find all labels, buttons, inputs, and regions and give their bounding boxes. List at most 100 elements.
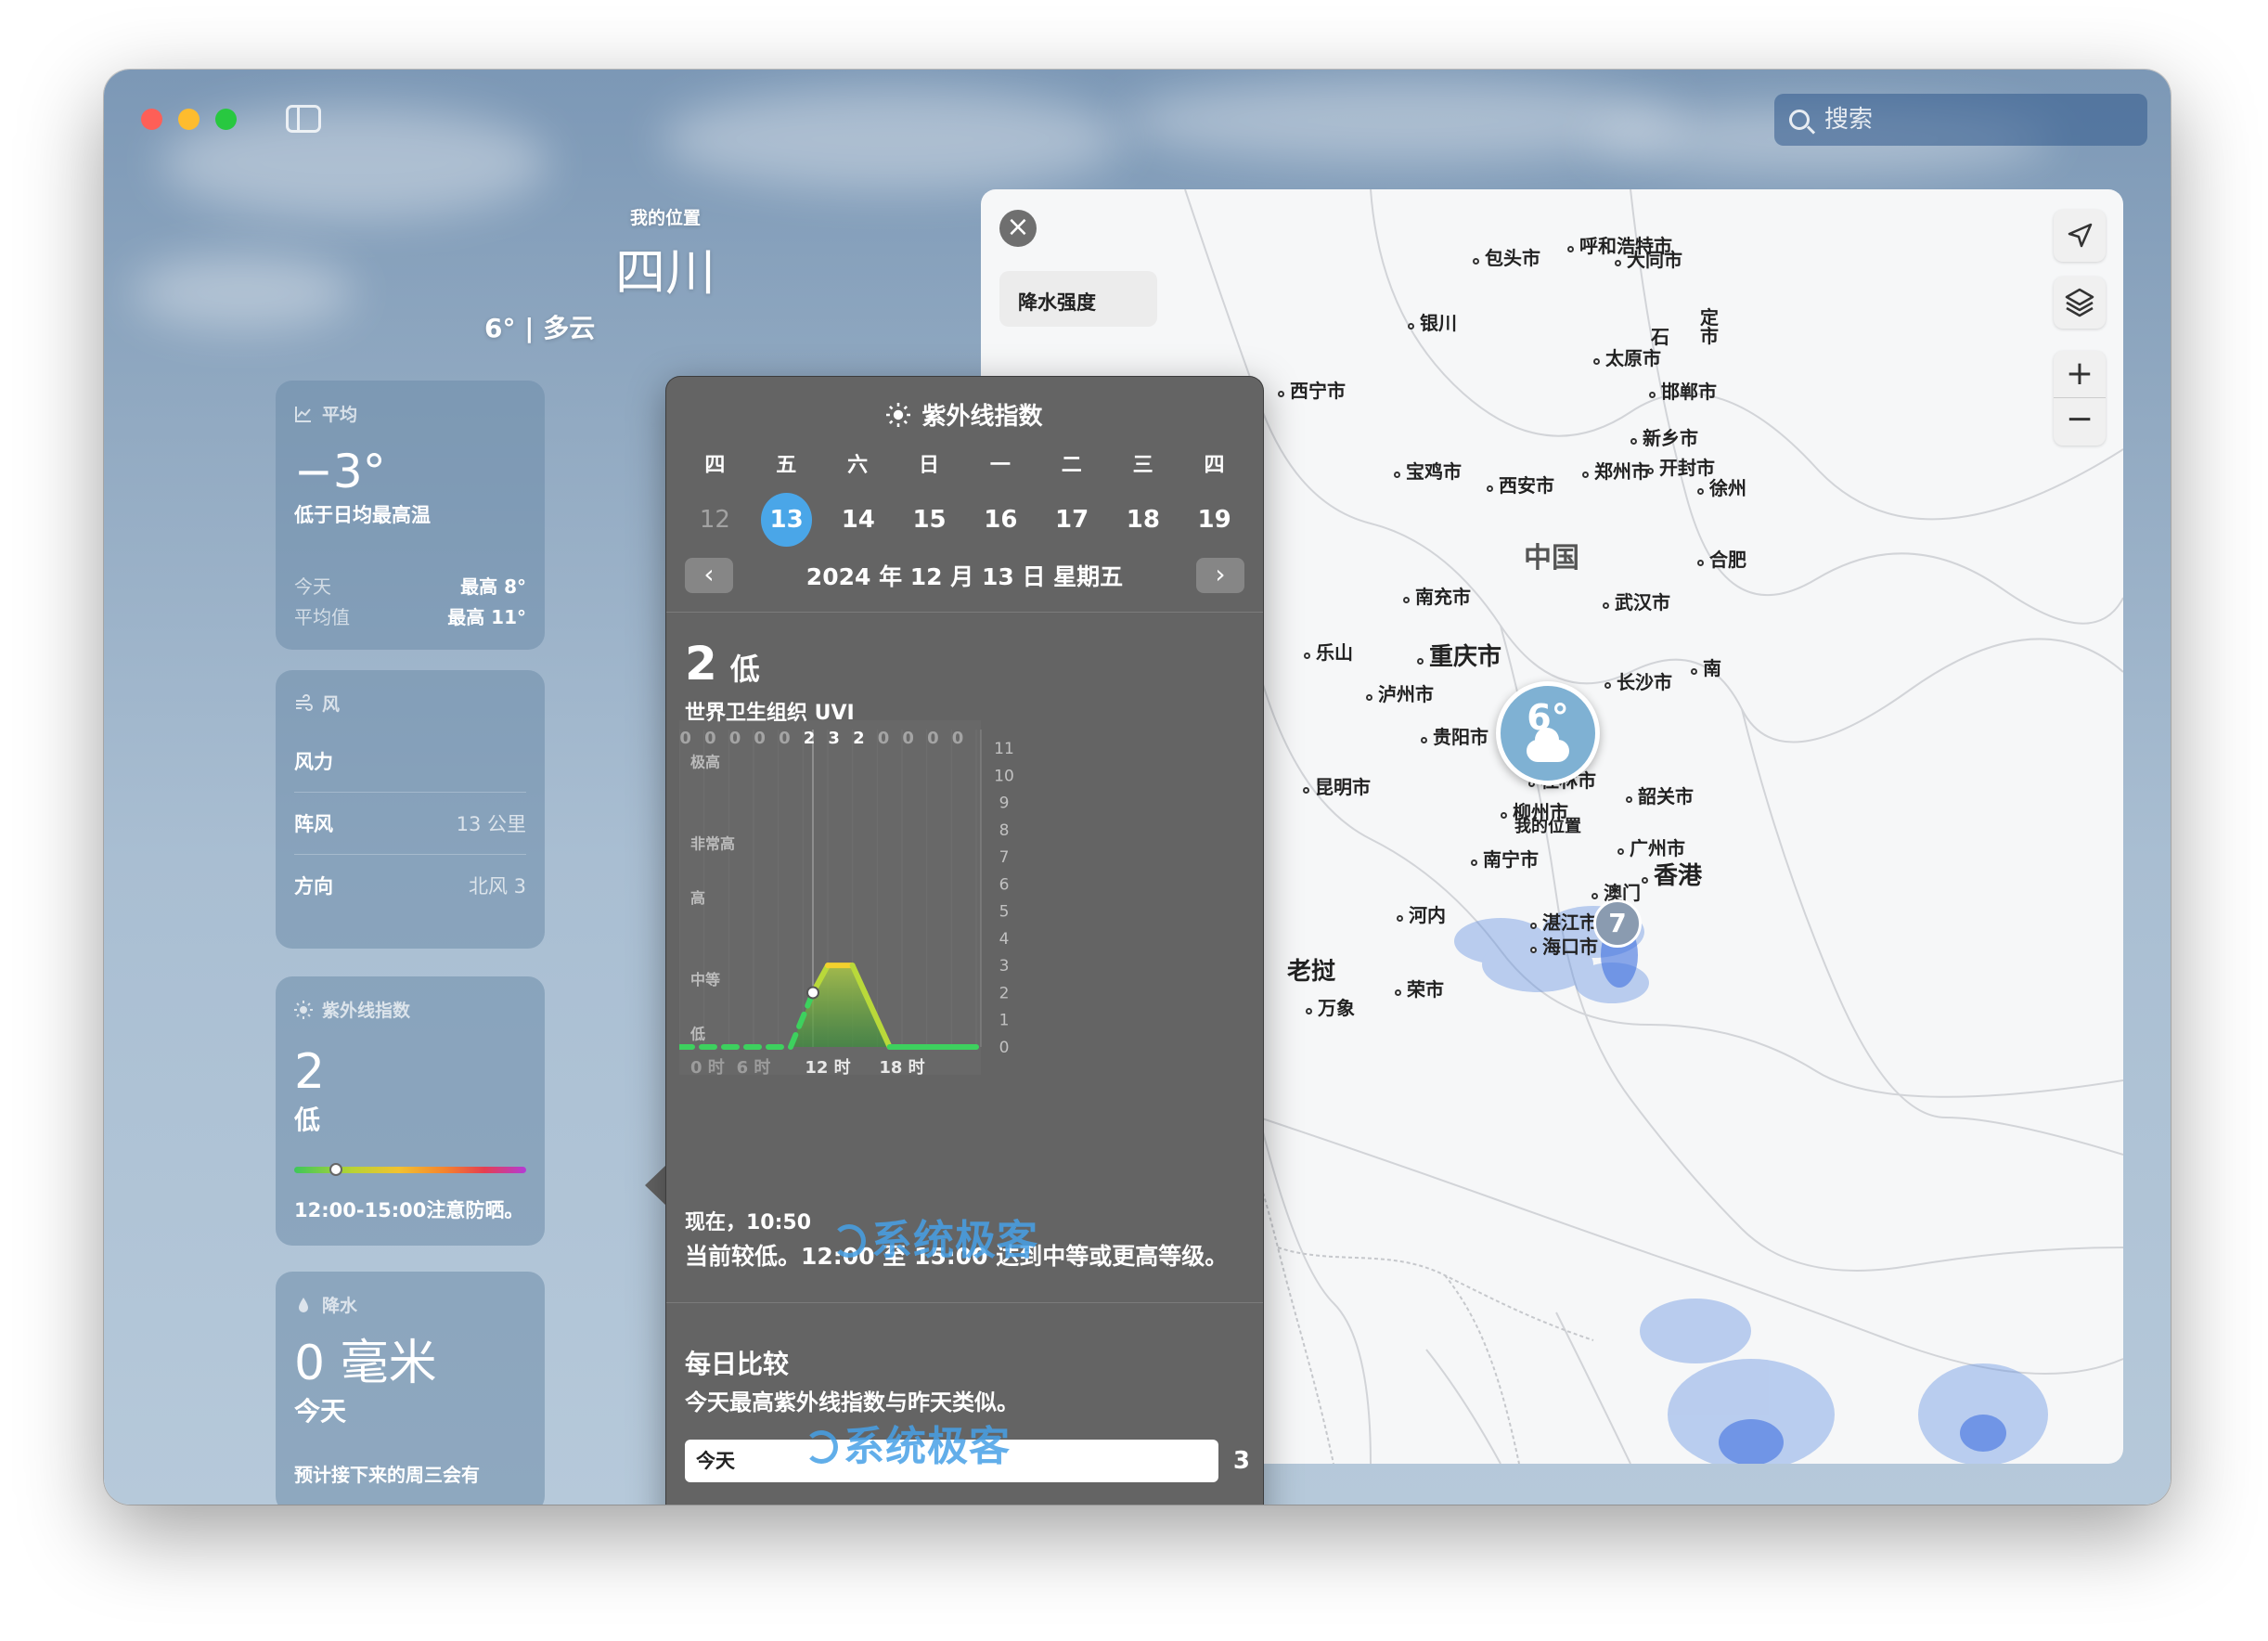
weekday-row: 四五六日一二三四 [666,448,1263,478]
map-city-label: 新乡市 [1630,423,1698,450]
map-city-label: 万象 [1306,993,1355,1020]
precip-cluster-marker[interactable]: 7 [1593,899,1642,948]
city-dot-icon [1394,472,1400,478]
chart-hour-value: 0 [779,729,791,748]
uv-card-note: 12:00-15:00注意防晒。 [294,1199,524,1221]
map-city-label: 贵阳市 [1421,722,1488,749]
city-dot-icon [1530,923,1537,929]
city-dot-icon [1366,694,1372,701]
city-dot-icon [1304,653,1310,659]
date-item[interactable]: 17 [1037,493,1108,547]
map-layers-button[interactable] [2054,277,2106,329]
zoom-out-button[interactable]: − [2054,398,2106,446]
raindrop-icon [299,1297,308,1312]
chart-y-tick: 9 [999,795,1010,813]
wind-row-force: 风力 [294,730,526,793]
close-window-button[interactable] [141,109,162,130]
selected-date: 2024 年 12 月 13 日 星期五 [805,563,1124,590]
my-location-marker[interactable]: 6° [1496,681,1600,785]
city-dot-icon [1642,877,1648,884]
chart-y-tick: 11 [994,740,1014,758]
uv-now-label: 现在，10:50 [685,1211,812,1234]
average-card-header: 平均 [276,381,545,426]
city-dot-icon [1617,848,1624,855]
wind-card-header: 风 [276,670,545,716]
wind-card[interactable]: 风 风力 阵风 13 公里 方向 北风 3 [276,670,545,949]
precipitation-card[interactable]: 降水 0 毫米 今天 预计接下来的周三会有 [276,1272,545,1505]
watermark: 系统极客 [805,1413,1011,1472]
city-dot-icon [1306,1008,1312,1014]
chart-y-tick: 6 [999,875,1010,894]
city-dot-icon [1403,597,1410,603]
date-item[interactable]: 14 [822,493,894,547]
precipitation-layer-tab[interactable]: 降水强度 [999,271,1157,327]
location-arrow-icon [2068,223,2093,248]
search-input[interactable] [1824,106,2103,134]
wind-card-title: 风 [322,694,341,715]
chart-now-point [806,986,819,1000]
chart-y-tick: 7 [999,848,1010,867]
next-day-button[interactable]: › [1195,558,1244,593]
wind-row-direction: 方向 北风 3 [294,875,526,898]
date-item[interactable]: 19 [1179,493,1250,547]
city-dot-icon [1530,947,1537,953]
chart-hour-value: 0 [878,729,890,748]
city-dot-icon [1487,485,1493,492]
uv-card-header: 紫外线指数 [276,976,545,1022]
chart-level-label: 高 [690,889,705,907]
city-dot-icon [1582,472,1589,478]
sidebar-toggle-icon[interactable] [286,105,321,133]
precipitation-card-header: 降水 [276,1272,545,1317]
search-icon [1789,110,1810,130]
map-city-label: 邯郸市 [1649,377,1717,404]
average-desc: 低于日均最高温 [294,504,431,526]
date-item[interactable]: 16 [965,493,1037,547]
city-dot-icon [1591,893,1598,899]
chart-level-label: 极高 [690,754,720,771]
city-dot-icon [1501,812,1507,819]
average-row-today: 今天 最高 8° [294,575,526,598]
date-item[interactable]: 13 [760,493,813,547]
map-city-label: 宝鸡市 [1394,457,1462,484]
precipitation-note: 预计接下来的周三会有 [294,1464,480,1486]
zoom-in-button[interactable]: + [2054,351,2106,398]
search-field[interactable] [1774,94,2147,146]
country-label: 中国 [1524,542,1579,575]
city-dot-icon [1471,859,1477,866]
precipitation-card-title: 降水 [322,1296,358,1316]
date-item[interactable]: 12 [679,493,751,547]
watermark: 系统极客 [832,1207,1038,1266]
chart-hour-value: 0 [704,729,716,748]
weather-window: 我的位置 四川 6° | 多云 平均 −3° 低于日均最高温 今天最高 8° 平… [104,70,2171,1505]
city-dot-icon [1604,682,1611,689]
city-dot-icon [1567,246,1574,252]
map-city-label: 重庆市 [1417,638,1501,672]
chart-x-tick: 6 时 [737,1058,771,1078]
weekday-label: 四 [704,454,726,477]
map-city-label: 南充市 [1403,582,1471,609]
map-city-label: 南 [1691,653,1721,680]
city-dot-icon [1626,796,1632,803]
map-close-button[interactable]: × [999,210,1037,247]
map-city-label: 湛江市 [1530,908,1598,935]
chart-y-tick: 4 [999,930,1010,949]
minimize-window-button[interactable] [178,109,200,130]
city-dot-icon [1408,323,1414,329]
uv-card[interactable]: 紫外线指数 2 低 12:00-15:00注意防晒。 [276,976,545,1246]
location-name: 四川 [615,243,715,302]
average-card[interactable]: 平均 −3° 低于日均最高温 今天 最高 8° 平均值 最高 11° [276,381,545,650]
previous-day-button[interactable]: ‹ [685,558,733,593]
zoom-window-button[interactable] [215,109,237,130]
popover-arrow [645,1165,666,1206]
chart-y-tick: 1 [999,1012,1010,1030]
date-item[interactable]: 15 [894,493,965,547]
locate-me-button[interactable] [2054,210,2106,262]
city-dot-icon [1691,668,1697,675]
average-diff-value: −3° [294,445,386,498]
chart-y-tick: 5 [999,903,1010,922]
city-dot-icon [1473,258,1479,265]
city-dot-icon [1395,989,1401,996]
uv-detail-popover: 紫外线指数 四五六日一二三四 12 13 14 15 16 17 18 19 ‹ 2024 年… [665,376,1264,1505]
date-item[interactable]: 18 [1107,493,1179,547]
daily-compare-title: 每日比较 [685,1349,790,1379]
